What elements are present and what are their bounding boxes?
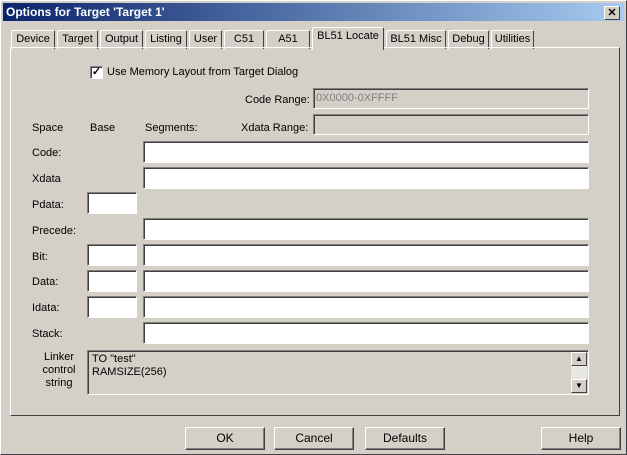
data-label: Data: (32, 276, 59, 288)
idata-label: Idata: (32, 302, 60, 314)
base-header: Base (90, 122, 116, 134)
bit-base-input[interactable] (87, 244, 137, 266)
xdata-label: Xdata (32, 173, 61, 185)
code-segments-input[interactable] (143, 141, 589, 163)
linker-control-label-line2: control (42, 364, 76, 376)
xdata-range-label: Xdata Range: (241, 122, 309, 134)
defaults-button[interactable]: Defaults (365, 427, 445, 450)
bit-segments-input[interactable] (143, 244, 589, 266)
close-icon[interactable]: ✕ (604, 6, 620, 20)
idata-segments-input[interactable] (143, 296, 589, 318)
scroll-up-icon[interactable]: ▲ (571, 352, 587, 366)
cancel-button[interactable]: Cancel (274, 427, 354, 450)
linker-control-label-line3: string (45, 377, 73, 389)
linker-control-string-textarea[interactable]: TO "test" RAMSIZE(256) ▲ ▼ (87, 350, 589, 395)
linker-control-label-line1: Linker (44, 351, 74, 363)
code-range-field: 0X0000-0XFFFF (313, 88, 589, 109)
title-bar: Options for Target 'Target 1' ✕ (3, 3, 624, 21)
code-label: Code: (32, 147, 62, 159)
idata-base-input[interactable] (87, 296, 137, 318)
use-memory-layout-label: Use Memory Layout from Target Dialog (107, 66, 299, 78)
pdata-base-input[interactable] (87, 192, 137, 214)
linker-control-line-2: RAMSIZE(256) (92, 366, 167, 378)
bit-label: Bit: (32, 251, 48, 263)
pdata-label: Pdata: (32, 199, 64, 211)
linker-control-line-1: TO "test" (92, 353, 136, 365)
scroll-down-icon[interactable]: ▼ (571, 379, 587, 393)
xdata-segments-input[interactable] (143, 167, 589, 189)
precede-label: Precede: (32, 225, 77, 237)
options-dialog: Options for Target 'Target 1' ✕ Device T… (0, 0, 627, 455)
ok-button[interactable]: OK (185, 427, 265, 450)
linker-control-label: Linker control string (31, 351, 87, 390)
use-memory-layout-checkbox[interactable]: ✓ (90, 66, 103, 79)
precede-segments-input[interactable] (143, 218, 589, 240)
tab-bl51-locate[interactable]: BL51 Locate (312, 27, 384, 50)
code-range-label: Code Range: (245, 94, 310, 106)
stack-label: Stack: (32, 328, 63, 340)
data-base-input[interactable] (87, 270, 137, 292)
xdata-range-field (313, 114, 589, 135)
help-button[interactable]: Help (541, 427, 621, 450)
space-header: Space (32, 122, 64, 134)
stack-segments-input[interactable] (143, 322, 589, 344)
data-segments-input[interactable] (143, 270, 589, 292)
window-title: Options for Target 'Target 1' (6, 5, 165, 19)
linker-control-scrollbar[interactable]: ▲ ▼ (571, 352, 587, 393)
segments-header: Segments: (145, 122, 198, 134)
